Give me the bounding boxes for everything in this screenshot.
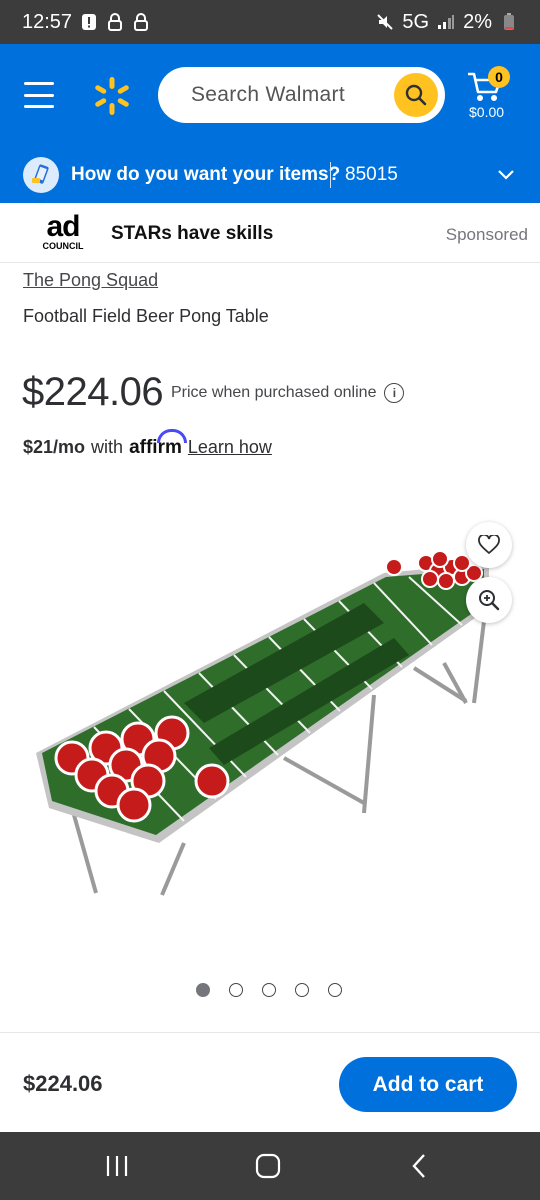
favorite-button[interactable] [466, 522, 512, 568]
price-note-text: Price when purchased online [171, 384, 377, 401]
search-input[interactable]: Search Walmart [158, 67, 445, 123]
search-icon [405, 84, 427, 106]
chevron-down-icon [498, 170, 514, 180]
cart-button[interactable]: 0 $0.00 [464, 66, 524, 126]
ad-council-logo: ad COUNCIL [42, 210, 84, 252]
alert-icon [80, 13, 98, 31]
recent-apps-icon[interactable] [103, 1152, 131, 1180]
carousel-dot[interactable] [295, 983, 309, 997]
product-title: Football Field Beer Pong Table [23, 306, 269, 326]
ad-title: STARs have skills [111, 223, 274, 244]
delivery-phone-icon [23, 157, 59, 193]
sponsored-label: Sponsored [445, 225, 528, 244]
network-type: 5G [402, 10, 430, 33]
cart-total: $0.00 [469, 104, 505, 120]
battery-percent: 2% [463, 10, 492, 33]
search-button[interactable] [394, 73, 438, 117]
app-header: Search Walmart 0 $0.00 [0, 44, 540, 148]
product-price: $224.06 [22, 370, 164, 414]
affirm-monthly: $21/mo [23, 437, 86, 457]
image-carousel-dots [196, 983, 342, 997]
home-icon[interactable] [254, 1152, 282, 1180]
carousel-dot[interactable] [328, 983, 342, 997]
add-to-cart-button[interactable]: Add to cart [339, 1057, 517, 1112]
status-time: 12:57 [22, 10, 73, 33]
delivery-prompt: How do you want your items? [71, 164, 341, 185]
system-nav-bar [0, 1132, 540, 1200]
carousel-dot[interactable] [196, 983, 210, 997]
lock-icon [132, 13, 150, 31]
battery-icon [500, 13, 518, 31]
status-bar: 12:57 5G 2% [0, 0, 540, 44]
learn-how-link[interactable]: Learn how [188, 437, 272, 458]
walmart-spark-logo[interactable] [92, 76, 132, 116]
lock-icon [106, 13, 124, 31]
zoom-button[interactable] [466, 577, 512, 623]
divider [330, 162, 331, 188]
affirm-logo: affirm [129, 429, 188, 459]
back-icon[interactable] [406, 1152, 434, 1180]
signal-icon [437, 13, 455, 31]
affirm-financing: $21/mo with affirm Learn how [23, 429, 272, 459]
mute-icon [376, 13, 394, 31]
brand-link[interactable]: The Pong Squad [23, 270, 158, 291]
delivery-zip: 85015 [345, 164, 398, 185]
info-icon[interactable]: i [384, 383, 405, 403]
carousel-dot[interactable] [229, 983, 243, 997]
zoom-in-icon [479, 590, 500, 611]
sponsored-ad[interactable]: ad COUNCIL STARs have skills Sponsored [0, 203, 540, 263]
delivery-selector[interactable]: How do you want your items? 85015 [0, 148, 540, 203]
bottom-bar: $224.06 Add to cart [0, 1032, 540, 1132]
search-placeholder: Search Walmart [191, 83, 345, 106]
heart-icon [478, 535, 500, 555]
menu-icon[interactable] [24, 82, 54, 108]
product-image[interactable] [34, 543, 504, 903]
carousel-dot[interactable] [262, 983, 276, 997]
price-note: Price when purchased online i [171, 383, 405, 403]
cart-count-badge: 0 [488, 66, 510, 88]
affirm-with: with [91, 437, 124, 457]
bottom-price: $224.06 [23, 1071, 103, 1096]
